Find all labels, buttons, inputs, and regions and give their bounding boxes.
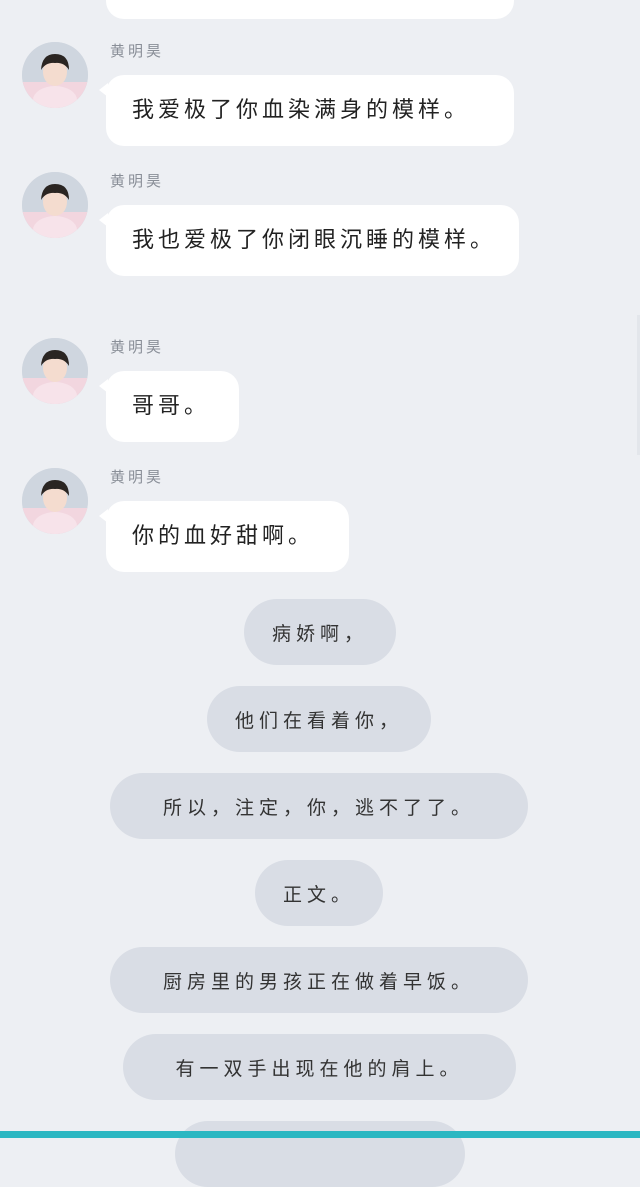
narration-pill[interactable]: 正文。 [255, 860, 383, 926]
previous-message-bubble [106, 0, 514, 19]
message-bubble[interactable]: 我也爱极了你闭眼沉睡的模样。 [99, 205, 519, 276]
sender-name: 黄明昊 [110, 172, 165, 190]
avatar[interactable] [22, 468, 88, 534]
sender-name: 黄明昊 [110, 468, 165, 486]
sender-name: 黄明昊 [110, 338, 165, 356]
narration-pill[interactable]: 有一双手出现在他的肩上。 [123, 1034, 516, 1100]
message-bubble[interactable]: 哥哥。 [99, 371, 239, 442]
avatar[interactable] [22, 338, 88, 404]
avatar[interactable] [22, 42, 88, 108]
message-bubble[interactable]: 你的血好甜啊。 [99, 501, 349, 572]
sender-name: 黄明昊 [110, 42, 165, 60]
avatar[interactable] [22, 172, 88, 238]
message-bubble[interactable]: 我爱极了你血染满身的模样。 [99, 75, 514, 146]
narration-pill[interactable]: 他们在看着你， [207, 686, 431, 752]
narration-pill[interactable]: 病娇啊， [244, 599, 396, 665]
bottom-accent-bar [0, 1131, 640, 1138]
narration-pill[interactable]: 所以，注定，你，逃不了了。 [110, 773, 528, 839]
chat-view[interactable]: 黄明昊 我爱极了你血染满身的模样。 黄明昊 我也爱极了你闭眼沉睡的模样。 黄明昊… [0, 0, 640, 1187]
narration-pill[interactable]: 厨房里的男孩正在做着早饭。 [110, 947, 528, 1013]
